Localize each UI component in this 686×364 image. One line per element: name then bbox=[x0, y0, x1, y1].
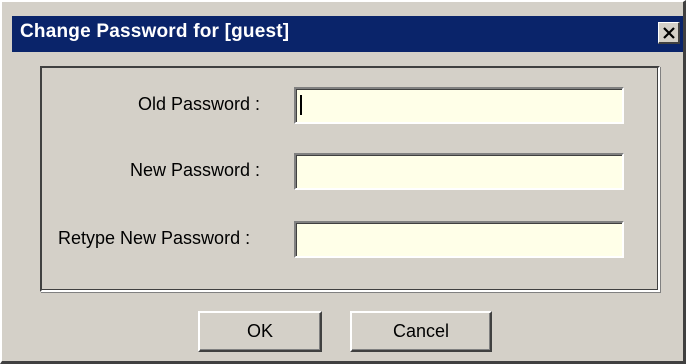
ok-button[interactable]: OK bbox=[198, 311, 322, 352]
new-password-label: New Password : bbox=[130, 160, 261, 180]
text-caret bbox=[300, 95, 302, 115]
retype-password-field[interactable] bbox=[294, 221, 624, 258]
change-password-dialog: Change Password for [guest] Old Password… bbox=[0, 0, 686, 364]
new-password-field[interactable] bbox=[294, 153, 624, 190]
window-title: Change Password for [guest] bbox=[20, 21, 290, 42]
retype-password-label: Retype New Password : bbox=[58, 228, 251, 248]
old-password-field[interactable] bbox=[294, 87, 624, 124]
old-password-label: Old Password : bbox=[138, 94, 261, 114]
cancel-button[interactable]: Cancel bbox=[350, 311, 492, 352]
close-icon bbox=[662, 26, 675, 39]
title-bar: Change Password for [guest] bbox=[12, 16, 683, 52]
close-button[interactable] bbox=[658, 22, 680, 44]
